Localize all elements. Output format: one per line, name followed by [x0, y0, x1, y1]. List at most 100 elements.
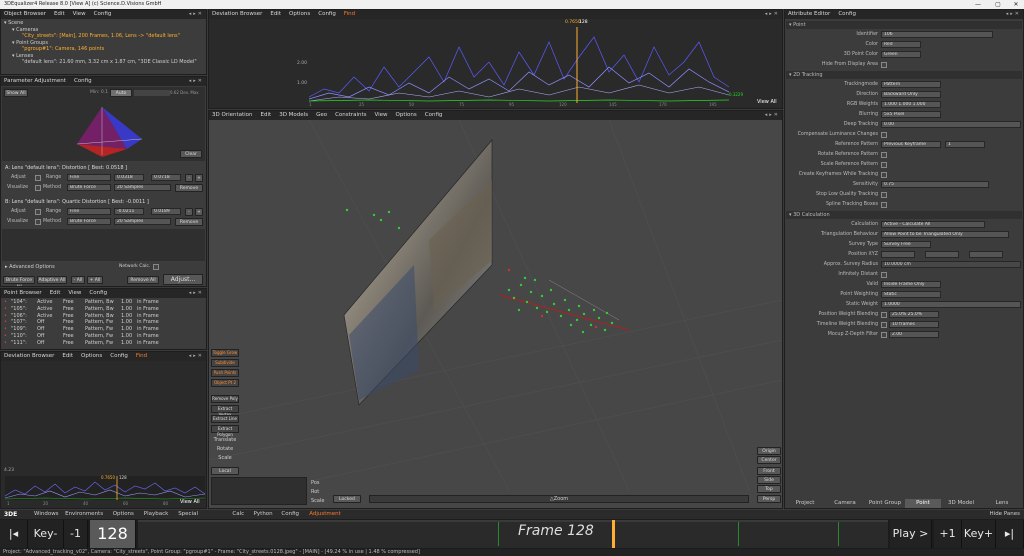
deep-field[interactable]: 0.00	[881, 121, 1021, 128]
locked-button[interactable]: Locked	[333, 495, 361, 503]
menu-config[interactable]: Config	[74, 78, 92, 84]
menu-constraints[interactable]: Constraints	[335, 112, 366, 118]
viewport-3d[interactable]	[209, 120, 782, 490]
scale-checkbox[interactable]	[881, 162, 887, 168]
dir-field[interactable]: Backward Only	[881, 91, 941, 98]
tool-button[interactable]: Extract Line	[211, 415, 239, 423]
sens-field[interactable]: 0.75	[881, 181, 989, 188]
menu-python[interactable]: Python	[254, 510, 273, 519]
param-b-plus[interactable]: +	[195, 208, 203, 216]
tool-button[interactable]: Subdivide	[211, 359, 239, 367]
auto-button[interactable]: Auto	[110, 89, 132, 97]
menu-options[interactable]: Options	[289, 11, 310, 17]
refp-field[interactable]: Previous Keyframe	[881, 141, 941, 148]
comp-checkbox[interactable]	[881, 132, 887, 138]
min-slider[interactable]	[134, 90, 170, 96]
tool-button[interactable]: Push Points	[211, 369, 239, 377]
view-center-button[interactable]: Center	[757, 456, 781, 464]
view-all-button[interactable]: View All	[757, 99, 777, 105]
section-point[interactable]: ▾ Point	[786, 21, 1022, 29]
timeline-scrubber[interactable]: Frame 128	[138, 520, 888, 548]
param-b-minus[interactable]: -	[185, 208, 193, 216]
samples-a-select[interactable]: 20 Samples	[114, 184, 171, 191]
maximize-button[interactable]: ▢	[990, 0, 1006, 9]
refp2-field[interactable]: 1	[945, 141, 985, 148]
param-a-max[interactable]: 0.0718	[151, 174, 181, 181]
menu-config[interactable]: Config	[838, 11, 856, 17]
brute-force-all-button[interactable]: Brute Force All	[3, 276, 35, 286]
adjust-a-checkbox[interactable]	[35, 175, 41, 181]
menu-edit[interactable]: Edit	[270, 11, 281, 17]
twb-field[interactable]: 10 frames	[889, 321, 939, 328]
menu-edit[interactable]: Edit	[54, 11, 65, 17]
menu-view[interactable]: View	[73, 11, 86, 17]
param-b-max[interactable]: 0.0189	[151, 208, 181, 215]
color-field[interactable]: Red	[881, 41, 921, 48]
method-a-select[interactable]: Brute Force	[67, 184, 111, 191]
tab-project[interactable]: Project	[785, 499, 825, 508]
twb-checkbox[interactable]	[881, 322, 887, 328]
menu-windows[interactable]: Windows	[34, 510, 59, 519]
menu-options[interactable]: Options	[81, 353, 102, 359]
panel-controls[interactable]: ◂▸✕	[765, 111, 780, 120]
param-b-min[interactable]: -0.0211	[114, 208, 144, 215]
menu-config[interactable]: Config	[318, 11, 336, 17]
menu-config[interactable]: Config	[94, 11, 112, 17]
tab-camera[interactable]: Camera	[825, 499, 865, 508]
samples-b-select[interactable]: 20 Samples	[114, 218, 171, 225]
last-frame-button[interactable]: ▸|	[996, 520, 1024, 548]
minus-all-button[interactable]: - All	[71, 276, 85, 284]
stop-checkbox[interactable]	[881, 192, 887, 198]
moc-checkbox[interactable]	[881, 332, 887, 338]
remove-a-button[interactable]: Remove	[175, 184, 203, 192]
rotate-button[interactable]: Rotate	[211, 445, 239, 454]
range-b-select[interactable]: Fine	[67, 208, 111, 215]
point-row[interactable]: • "109": Off Free Pattern, Fw 1.00 in Frame	[3, 326, 204, 333]
point-row[interactable]: • "111": Off Free Pattern, Fw 1.00 in Frame	[3, 340, 204, 347]
adjust-button[interactable]: Adjust...	[163, 274, 203, 285]
view-side-button[interactable]: Side	[757, 476, 781, 484]
panel-controls[interactable]: ◂▸✕	[189, 352, 204, 361]
menu-find[interactable]: Find	[136, 353, 147, 359]
adaptive-all-button[interactable]: Adaptive All	[37, 276, 67, 284]
remove-b-button[interactable]: Remove	[175, 218, 203, 226]
position-field[interactable]	[881, 251, 915, 258]
transform-values-area[interactable]	[211, 477, 307, 505]
menu-config[interactable]: Config	[425, 112, 443, 118]
zoom-slider[interactable]: △Zoom	[369, 495, 749, 503]
rgb-field[interactable]: 1.000 1.000 1.000	[881, 101, 941, 108]
tab-point-group[interactable]: Point Group	[865, 499, 905, 508]
local-button[interactable]: Local	[211, 467, 239, 475]
panel-controls[interactable]: ◂▸✕	[189, 289, 204, 298]
position-field[interactable]	[969, 251, 1003, 258]
play-button[interactable]: Play >	[890, 520, 932, 548]
menu-environments[interactable]: Environments	[65, 510, 103, 519]
frame-minus-button[interactable]: -1	[64, 520, 88, 548]
menu-edit[interactable]: Edit	[261, 112, 272, 118]
hide-panes-button[interactable]: Hide Panes	[990, 510, 1020, 519]
tool-button[interactable]: Remove Poly	[211, 395, 239, 403]
section-sec3d[interactable]: ▾ 3D Calculation	[786, 211, 1022, 219]
menu-options[interactable]: Options	[396, 112, 417, 118]
menu-adjustment[interactable]: Adjustment	[309, 510, 341, 519]
menu-find[interactable]: Find	[344, 11, 355, 17]
range-a-select[interactable]: Fine	[67, 174, 111, 181]
hide-checkbox[interactable]	[881, 62, 887, 68]
visualize-b-checkbox[interactable]	[35, 219, 41, 225]
view-all-button[interactable]: View All	[180, 499, 200, 505]
point-row[interactable]: • "106": Active Free Pattern, Bw 1.00 in Frame	[3, 313, 204, 320]
rot-checkbox[interactable]	[881, 152, 887, 158]
menu-config[interactable]: Config	[281, 510, 299, 519]
inf-checkbox[interactable]	[881, 272, 887, 278]
tab-3d-model[interactable]: 3D Model	[941, 499, 981, 508]
menu-view[interactable]: View	[374, 112, 387, 118]
pwb-field[interactable]: 25.0% 25.0%	[889, 311, 939, 318]
adjust-b-checkbox[interactable]	[35, 209, 41, 215]
view-origin-button[interactable]: Origin	[757, 447, 781, 455]
network-calc-checkbox[interactable]	[153, 264, 159, 270]
remove-all-button[interactable]: Remove All	[127, 276, 159, 284]
tab-point[interactable]: Point	[905, 499, 941, 508]
panel-controls[interactable]: ◂▸✕	[189, 77, 204, 86]
frame-plus-button[interactable]: +1	[934, 520, 962, 548]
param-a-minus[interactable]: -	[185, 174, 193, 182]
